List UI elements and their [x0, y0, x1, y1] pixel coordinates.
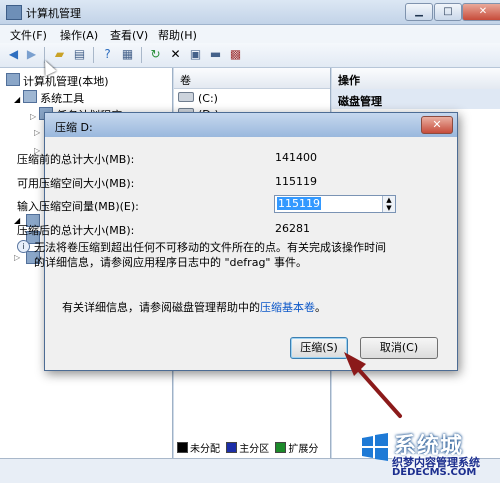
help-icon[interactable]: ? [100, 47, 115, 62]
tools-icon [23, 90, 38, 103]
minimize-button[interactable]: ▁ [405, 3, 433, 21]
total-before-value: 141400 [275, 151, 317, 164]
actions-header: 操作 [332, 68, 500, 90]
primary-swatch [226, 442, 238, 453]
collapse-arrow-icon[interactable]: ▷ [34, 128, 40, 137]
toolbar-separator [93, 47, 94, 63]
windows-logo-icon [362, 433, 388, 461]
window-title: 计算机管理 [26, 7, 81, 20]
shrink-amount-stepper[interactable]: 115119 ▲ ▼ [274, 195, 396, 213]
delete-icon[interactable]: ✕ [168, 47, 183, 62]
up-folder-icon[interactable]: ▰ [52, 47, 67, 62]
help-suffix: 。 [315, 301, 326, 314]
shrink-amount-label: 输入压缩空间量(MB)(E): [17, 200, 139, 213]
watermark-url: DEDECMS.COM [392, 467, 477, 478]
spin-arrows[interactable]: ▲ ▼ [382, 196, 395, 212]
shrink-basic-volume-link[interactable]: 压缩基本卷 [260, 301, 315, 314]
column-label: 卷 [180, 74, 191, 87]
extended-swatch [275, 442, 287, 453]
shrink-amount-input[interactable]: 115119 [277, 197, 321, 210]
unallocated-swatch [177, 442, 188, 453]
total-after-label: 压缩后的总计大小(MB): [17, 224, 135, 237]
tree-item-label: 计算机管理(本地) [23, 75, 109, 88]
actions-title: 操作 [338, 74, 360, 87]
spin-up-icon[interactable]: ▲ [383, 196, 395, 204]
dialog-title-bar: 压缩 D: ✕ [45, 113, 457, 137]
volume-column-header[interactable]: 卷 [174, 68, 330, 89]
tree-item-root[interactable]: 计算机管理(本地) [6, 73, 109, 89]
show-hide-tree-icon[interactable]: ▤ [72, 47, 87, 62]
menu-bar: 文件(F) 操作(A) 查看(V) 帮助(H) [0, 25, 500, 43]
legend-label: 未分配 [190, 444, 220, 455]
shrink-button[interactable]: 压缩(S) [290, 337, 348, 359]
actions-section-label: 磁盘管理 [338, 95, 382, 108]
computer-icon [6, 73, 20, 86]
watermark: 系统城 织梦内容管理系统 DEDECMS.COM [352, 420, 498, 480]
legend-label: 扩展分 [288, 444, 319, 455]
tree-item-system-tools[interactable]: ◢ 系统工具 [14, 90, 84, 106]
title-bar: 计算机管理 ▁ □ ✕ [0, 0, 500, 25]
tree-item-label: 系统工具 [40, 92, 85, 105]
spin-down-icon[interactable]: ▼ [383, 204, 395, 212]
toolbar: ◀ ▶ ▰ ▤ ? ▦ ↻ ✕ ▣ ▬ ▩ [0, 43, 500, 68]
actions-section-disk-management[interactable]: 磁盘管理 [332, 89, 500, 109]
help-text: 有关详细信息，请参阅磁盘管理帮助中的压缩基本卷。 [62, 299, 326, 315]
close-button[interactable]: ✕ [462, 3, 500, 21]
settings-icon[interactable]: ▩ [228, 47, 243, 62]
available-space-label: 可用压缩空间大小(MB): [17, 177, 135, 190]
properties-icon[interactable]: ▣ [188, 47, 203, 62]
disk-legend: 未分配 主分区 扩展分 [174, 440, 330, 458]
volume-row[interactable]: (C:) [178, 92, 218, 105]
maximize-button[interactable]: □ [434, 3, 462, 21]
expand-arrow-icon[interactable]: ◢ [14, 95, 20, 104]
info-icon: i [17, 240, 30, 253]
collapse-arrow-icon[interactable]: ▷ [30, 112, 36, 121]
view-icon[interactable]: ▦ [120, 47, 135, 62]
disk-icon[interactable]: ▬ [208, 47, 223, 62]
available-space-value: 115119 [275, 175, 317, 188]
drive-icon [178, 92, 194, 102]
menu-help[interactable]: 帮助(H) [158, 27, 197, 43]
menu-file[interactable]: 文件(F) [10, 27, 47, 43]
collapse-arrow-icon[interactable]: ▷ [14, 253, 20, 262]
cancel-button[interactable]: 取消(C) [360, 337, 438, 359]
toolbar-separator [141, 47, 142, 63]
dialog-close-button[interactable]: ✕ [421, 116, 453, 134]
back-arrow-icon[interactable]: ◀ [6, 47, 21, 62]
legend-label: 主分区 [239, 444, 270, 455]
menu-action[interactable]: 操作(A) [60, 27, 98, 43]
defrag-notice: 无法将卷压缩到超出任何不可移动的文件所在的点。有关完成该操作时间的详细信息，请参… [34, 241, 386, 269]
total-after-value: 26281 [275, 222, 310, 235]
menu-view[interactable]: 查看(V) [110, 27, 148, 43]
computer-management-icon [6, 5, 22, 20]
dialog-title: 压缩 D: [55, 121, 93, 134]
volume-label: (C:) [198, 92, 218, 105]
forward-arrow-icon[interactable]: ▶ [24, 47, 39, 62]
help-prefix: 有关详细信息，请参阅磁盘管理帮助中的 [62, 301, 260, 314]
refresh-icon[interactable]: ↻ [148, 47, 163, 62]
total-before-label: 压缩前的总计大小(MB): [17, 153, 135, 166]
